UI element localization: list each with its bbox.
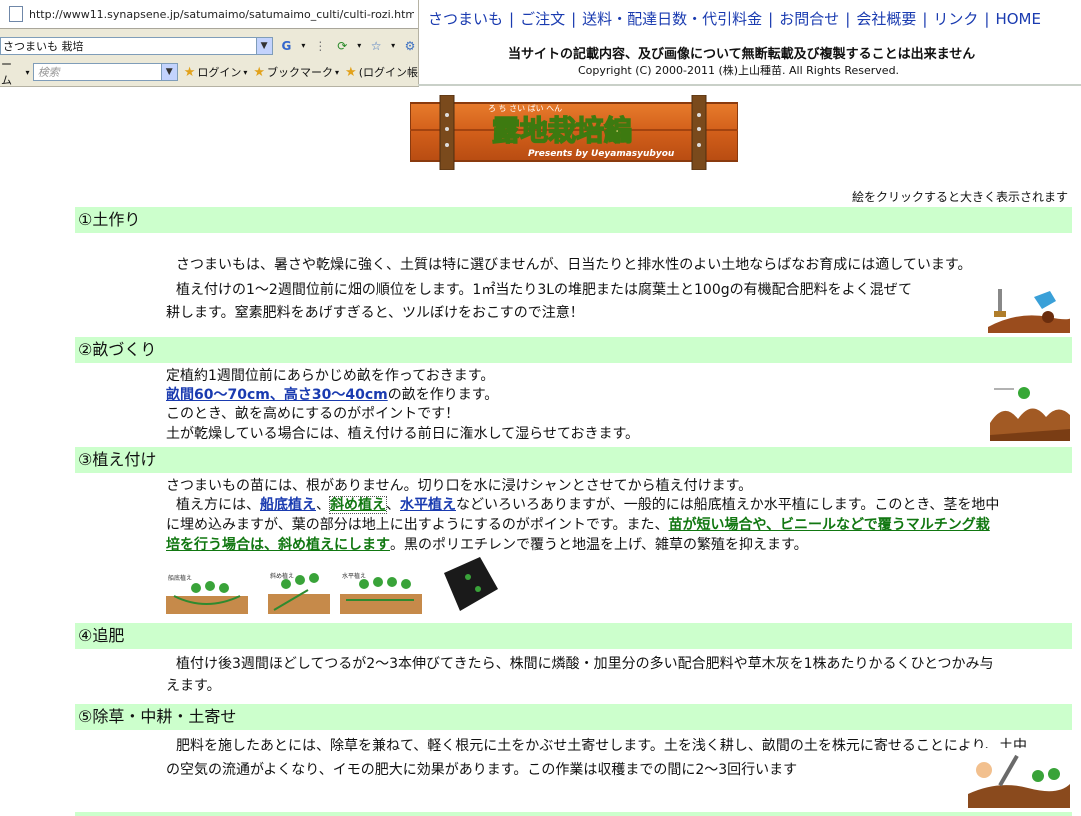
login-bookmark-button[interactable]: ★ (ログイン帳 bbox=[345, 64, 418, 80]
suihei-thumbnail[interactable]: 水平植え bbox=[340, 570, 422, 614]
mulching-link-2[interactable]: 培を行う場合は、斜め植えにします bbox=[166, 537, 390, 553]
search-combo[interactable]: さつまいも 栽培 ▼ bbox=[0, 37, 273, 55]
login-paren-label: (ログイン帳 bbox=[358, 66, 418, 79]
nav-contact[interactable]: お問合せ bbox=[779, 10, 839, 28]
search-placeholder: 検索 bbox=[37, 66, 60, 79]
naname-thumb-label: 斜め植え bbox=[270, 572, 294, 580]
search-combo-value[interactable]: さつまいも 栽培 bbox=[1, 38, 84, 54]
suihei-thumb-label: 水平植え bbox=[342, 572, 366, 580]
section-heading-soil: ①土作り bbox=[75, 207, 1072, 233]
logo-ruby: ろ ち さい ばい へん bbox=[488, 104, 562, 113]
s3-line2-a: 植え方には、 bbox=[176, 497, 260, 513]
s5-line2: の空気の流通がよくなり、イモの肥大に効果があります。この作業は収穫までの間に2～… bbox=[166, 762, 798, 778]
s3-line3: に埋め込みますが、葉の部分は地上に出すようにするのがポイントです。また、苗が短い… bbox=[166, 515, 990, 535]
nav-separator: | bbox=[571, 10, 577, 28]
chevron-down-icon[interactable]: ▼ bbox=[255, 38, 272, 54]
click-hint: 絵をクリックすると大きく表示されます bbox=[851, 190, 1068, 204]
favorite-star-icon[interactable]: ☆ bbox=[368, 38, 384, 54]
copyright-line: Copyright (C) 2000-2011 (株)上山種苗. All Rig… bbox=[578, 64, 900, 77]
google-icon[interactable]: G bbox=[279, 38, 295, 54]
copyright-notice: 当サイトの記載内容、及び画像について無断転載及び複製することは出来ません bbox=[508, 47, 976, 62]
funazoko-thumb-label: 船底植え bbox=[168, 574, 192, 582]
s1-line2: 植え付けの1～2週間位前に畑の順位をします。1㎡当たり3Lの堆肥または腐葉土と1… bbox=[176, 282, 913, 298]
nav-separator: | bbox=[509, 10, 515, 28]
s4-line1: 植付け後3週間ほどしてつるが2～3本伸びてきたら、株間に燐酸・加里分の多い配合肥… bbox=[176, 656, 994, 672]
section-heading-ridge: ②畝づくり bbox=[75, 337, 1072, 363]
suihei-link[interactable]: 水平植え bbox=[400, 497, 456, 513]
header-divider bbox=[418, 84, 1081, 86]
page-icon bbox=[9, 6, 23, 22]
search-input[interactable]: 検索 ▼ bbox=[32, 63, 178, 81]
funazoko-thumbnail[interactable]: 船底植え bbox=[166, 570, 248, 614]
bookmark-button[interactable]: ★ ブックマーク ▾ bbox=[253, 64, 339, 80]
home-label[interactable]: ーム bbox=[1, 56, 23, 88]
weeding-illustration-image[interactable] bbox=[968, 748, 1070, 808]
nav-shipping[interactable]: 送料・配達日数・代引料金 bbox=[582, 10, 762, 28]
site-nav: さつまいも | ご注文 | 送料・配達日数・代引料金 | お問合せ | 会社概要 | リンク | HOM… bbox=[428, 8, 1041, 29]
nav-separator: | bbox=[845, 10, 851, 28]
s4-line2: えます。 bbox=[166, 678, 221, 694]
dropdown-arrow-icon[interactable]: ▾ bbox=[390, 38, 396, 54]
naname-link[interactable]: 斜め植え bbox=[329, 496, 387, 514]
s1-line3: 耕します。窒素肥料をあげすぎると、ツルぼけをおこすので注意！ bbox=[166, 305, 584, 321]
nav-satsumaimo[interactable]: さつまいも bbox=[428, 10, 503, 28]
mulching-link-1[interactable]: 苗が短い場合や、ビニールなどで覆うマルチング栽 bbox=[668, 517, 989, 533]
s2-line4: 土が乾燥している場合には、植え付ける前日に潅水して湿らせておきます。 bbox=[166, 426, 640, 442]
nav-separator: | bbox=[768, 10, 774, 28]
chevron-down-icon[interactable]: ▼ bbox=[160, 64, 177, 80]
login-button[interactable]: ★ ログイン ▾ bbox=[184, 64, 248, 80]
s5-line1: 肥料を施したあとには、除草を兼ねて、軽く根元に土をかぶせ土寄せします。土を浅く耕… bbox=[176, 738, 1028, 754]
bookmark-toolbar: ーム ▾ 検索 ▼ ★ ログイン ▾ ★ ブックマーク ▾ ★ (ログイン帳 bbox=[0, 58, 418, 87]
s3-line3-a: に埋め込みますが、葉の部分は地上に出すようにするのがポイントです。また、 bbox=[166, 517, 669, 533]
ridge-size-link[interactable]: 畝間60～70cm、高さ30～40cm bbox=[166, 387, 388, 403]
next-section-heading bbox=[75, 812, 1072, 816]
dropdown-arrow-icon[interactable]: ▾ bbox=[356, 38, 362, 54]
logo-board: ろ ち さい ばい へん 露地栽培編 Presents by Ueyamasyu… bbox=[410, 95, 738, 170]
section-heading-weeding: ⑤除草・中耕・土寄せ bbox=[75, 704, 1072, 730]
s2-line1: 定植約1週間位前にあらかじめ畝を作っておきます。 bbox=[166, 368, 495, 384]
s3-comma: 、 bbox=[316, 497, 330, 513]
address-bar[interactable]: http://www11.synapsene.jp/satumaimo/satu… bbox=[0, 0, 418, 29]
nav-order[interactable]: ご注文 bbox=[520, 10, 565, 28]
nav-separator: | bbox=[984, 10, 990, 28]
logo-title: 露地栽培編 bbox=[492, 114, 632, 147]
s3-comma: 、 bbox=[386, 497, 400, 513]
soil-illustration-image[interactable] bbox=[988, 283, 1070, 333]
s3-line4-rest: 。黒のポリエチレンで覆うと地温を上げ、雑草の繁殖を抑えます。 bbox=[390, 537, 808, 553]
s2-line2-rest: の畝を作ります。 bbox=[387, 387, 499, 403]
browser-chrome: http://www11.synapsene.jp/satumaimo/satu… bbox=[0, 0, 419, 87]
s2-line2: 畝間60～70cm、高さ30～40cmの畝を作ります。 bbox=[166, 385, 498, 405]
star-icon: ★ bbox=[183, 64, 196, 80]
nav-home[interactable]: HOME bbox=[995, 10, 1041, 28]
ridge-illustration-image[interactable] bbox=[990, 383, 1070, 441]
tools-icon[interactable]: ⚙ bbox=[402, 38, 418, 54]
star-icon: ★ bbox=[253, 64, 266, 80]
refresh-icon[interactable]: ⟳ bbox=[334, 38, 350, 54]
naname-thumbnail[interactable]: 斜め植え bbox=[268, 570, 330, 614]
dropdown-arrow-icon[interactable]: ▾ bbox=[26, 68, 30, 77]
address-url[interactable]: http://www11.synapsene.jp/satumaimo/satu… bbox=[29, 8, 414, 21]
mulching-thumbnail[interactable] bbox=[440, 553, 500, 615]
s3-line1: さつまいもの苗には、根がありません。切り口を水に浸けシャンとさせてから植え付けま… bbox=[166, 478, 753, 494]
nav-separator: | bbox=[922, 10, 928, 28]
dropdown-arrow-icon: ▾ bbox=[243, 67, 248, 77]
s1-line1: さつまいもは、暑さや乾燥に強く、土質は特に選びませんが、日当たりと排水性のよい土… bbox=[176, 257, 972, 273]
drag-handle-icon[interactable]: ⋮ bbox=[312, 38, 328, 54]
dropdown-arrow-icon[interactable]: ▾ bbox=[300, 38, 306, 54]
s2-line3: このとき、畝を高めにするのがポイントです！ bbox=[166, 406, 460, 422]
bookmark-label: ブックマーク bbox=[267, 66, 334, 79]
logo-subtitle: Presents by Ueyamasyubyou bbox=[528, 149, 675, 159]
nav-company[interactable]: 会社概要 bbox=[856, 10, 916, 28]
dropdown-arrow-icon: ▾ bbox=[335, 67, 340, 77]
s3-line2-b: などいろいろありますが、一般的には船底植えか水平植にします。このとき、茎を地中 bbox=[456, 497, 1000, 513]
section-heading-fertilizer: ④追肥 bbox=[75, 623, 1072, 649]
nav-links[interactable]: リンク bbox=[933, 10, 978, 28]
star-icon: ★ bbox=[345, 64, 357, 80]
s3-line4: 培を行う場合は、斜め植えにします。黒のポリエチレンで覆うと地温を上げ、雑草の繁殖… bbox=[166, 535, 808, 555]
section-heading-planting: ③植え付け bbox=[75, 447, 1072, 473]
funazoko-link[interactable]: 船底植え bbox=[260, 497, 316, 513]
s3-line2: 植え方には、船底植え、斜め植え、水平植えなどいろいろありますが、一般的には船底植… bbox=[176, 495, 999, 515]
search-toolbar: さつまいも 栽培 ▼ G ▾ ⋮ ⟳ ▾ ☆ ▾ ⚙ bbox=[0, 35, 418, 57]
login-label: ログイン bbox=[197, 66, 242, 79]
